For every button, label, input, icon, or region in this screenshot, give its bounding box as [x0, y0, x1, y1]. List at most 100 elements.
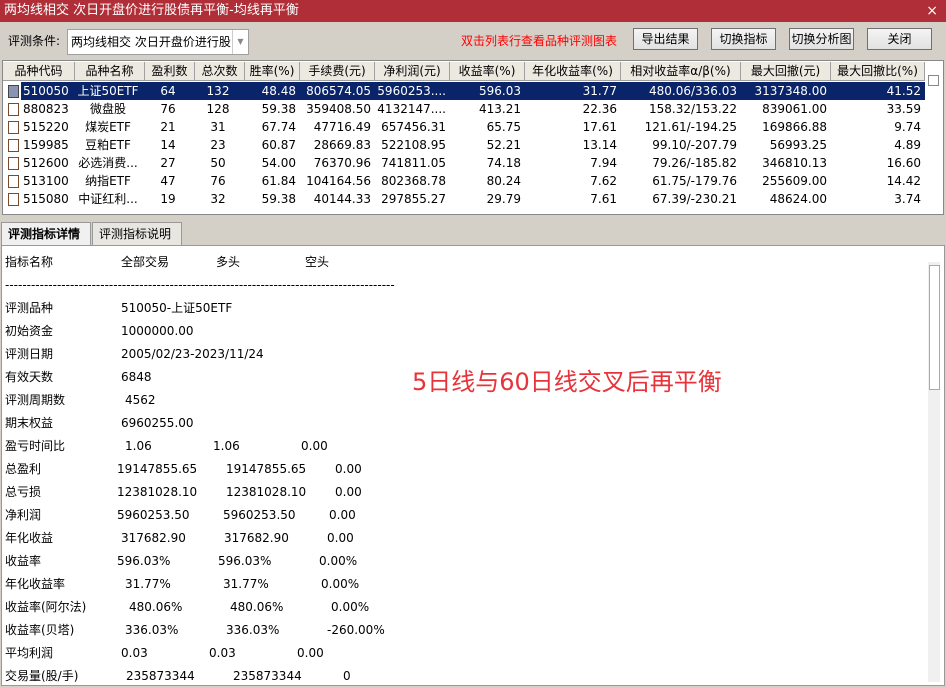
detail-value: 336.03% — [226, 623, 280, 637]
table-cell: 65.75 — [486, 120, 521, 134]
document-icon — [8, 139, 19, 152]
detail-value: 1.06 — [213, 439, 240, 453]
tab-indicator-description[interactable]: 评测指标说明 — [92, 222, 182, 245]
detail-label: 评测周期数 — [5, 393, 66, 407]
table-cell: 61.75/-179.76 — [652, 174, 737, 188]
chevron-down-icon[interactable]: ▼ — [232, 30, 248, 54]
table-cell: 522108.95 — [381, 138, 446, 152]
column-header[interactable]: 最大回撤比(%) — [831, 62, 925, 81]
table-cell: 61.84 — [261, 174, 296, 188]
detail-header: 多头 — [216, 255, 241, 269]
column-header[interactable]: 手续费(元) — [300, 62, 375, 81]
table-row[interactable]: 159985 豆粕ETF 14 23 60.87 28669.83 522108.95 52.… — [3, 136, 925, 154]
table-cell: 54.00 — [261, 156, 296, 170]
detail-scrollbar-thumb[interactable] — [929, 265, 940, 390]
table-cell: 121.61/-194.25 — [644, 120, 737, 134]
detail-value: 596.03% — [117, 554, 171, 568]
detail-value: 31.77% — [223, 577, 269, 591]
column-header[interactable]: 最大回撤(元) — [741, 62, 831, 81]
table-cell: 9.74 — [894, 120, 921, 134]
detail-label: 期末权益 — [5, 416, 54, 430]
condition-label: 评测条件: — [8, 34, 61, 48]
detail-label: 净利润 — [5, 508, 42, 522]
table-cell: 76 — [210, 174, 226, 188]
close-icon[interactable]: × — [926, 0, 938, 22]
table-cell: 40144.33 — [313, 192, 371, 206]
detail-value: 12381028.10 — [226, 485, 307, 499]
detail-value: 0.00 — [297, 646, 324, 660]
detail-label: 评测日期 — [5, 347, 54, 361]
column-header[interactable]: 盈利数 — [145, 62, 195, 81]
table-cell: 必选消费... — [78, 156, 138, 170]
table-cell: 28669.83 — [313, 138, 371, 152]
detail-value: 510050-上证50ETF — [121, 301, 233, 315]
table-cell: 50 — [210, 156, 226, 170]
table-cell: 512600 — [23, 156, 69, 170]
table-row[interactable]: 510050 上证50ETF 64 132 48.48 806574.05 5960253.… — [3, 82, 925, 100]
table-cell: 880823 — [23, 102, 69, 116]
column-header[interactable]: 总次数 — [195, 62, 245, 81]
table-row[interactable]: 515220 煤炭ETF 21 31 67.74 47716.49 657456.31 65.… — [3, 118, 925, 136]
detail-value: 0.03 — [121, 646, 148, 660]
detail-value: 0.00% — [319, 554, 358, 568]
column-header[interactable]: 品种名称 — [75, 62, 145, 81]
table-cell: 纳指ETF — [85, 174, 131, 188]
table-cell: 豆粕ETF — [85, 138, 131, 152]
window-title: 两均线相交 次日开盘价进行股债再平衡-均线再平衡 — [4, 3, 299, 18]
condition-select[interactable]: 两均线相交 次日开盘价进行股 ▼ — [67, 29, 249, 55]
detail-header: 指标名称 — [5, 255, 54, 269]
detail-value: 336.03% — [125, 623, 179, 637]
detail-label: 总亏损 — [5, 485, 42, 499]
detail-label: 盈亏时间比 — [5, 439, 66, 453]
table-cell: 7.94 — [590, 156, 617, 170]
column-header[interactable]: 收益率(%) — [450, 62, 525, 81]
table-row[interactable]: 515080 中证红利... 19 32 59.38 40144.33 297855.27 2… — [3, 190, 925, 208]
table-cell: 3137348.00 — [754, 84, 827, 98]
column-header[interactable]: 年化收益率(%) — [525, 62, 621, 81]
switch-indicator-button[interactable]: 切换指标 — [711, 28, 776, 50]
column-header[interactable]: 品种代码 — [3, 62, 75, 81]
table-cell: 159985 — [23, 138, 69, 152]
column-header[interactable]: 胜率(%) — [245, 62, 300, 81]
table-cell: 657456.31 — [381, 120, 446, 134]
column-header[interactable]: 净利润(元) — [375, 62, 450, 81]
document-icon — [8, 121, 19, 134]
table-cell: 上证50ETF — [77, 84, 139, 98]
column-header[interactable]: 相对收益率α/β(%) — [621, 62, 741, 81]
detail-value: 1000000.00 — [121, 324, 194, 338]
table-cell: 4132147.... — [377, 102, 446, 116]
detail-value: 0.00 — [301, 439, 328, 453]
detail-label: 评测品种 — [5, 301, 54, 315]
table-cell: 52.21 — [486, 138, 521, 152]
detail-value: 596.03% — [218, 554, 272, 568]
column-chooser-checkbox[interactable] — [928, 75, 939, 86]
table-cell: 59.38 — [261, 102, 296, 116]
table-cell: 67.39/-230.21 — [652, 192, 737, 206]
table-cell: 515220 — [23, 120, 69, 134]
table-row[interactable]: 513100 纳指ETF 47 76 61.84 104164.56 802368.78 80… — [3, 172, 925, 190]
table-cell: 60.87 — [261, 138, 296, 152]
table-cell: 中证红利... — [78, 192, 138, 206]
detail-panel: 5日线与60日线交叉后再平衡 指标名称 全部交易 多头 空头 -------------… — [1, 245, 945, 686]
table-cell: 64 — [160, 84, 176, 98]
table-cell: 255609.00 — [762, 174, 827, 188]
detail-value: 0.00 — [335, 485, 362, 499]
export-button[interactable]: 导出结果 — [633, 28, 698, 50]
detail-value: 5960253.50 — [117, 508, 190, 522]
table-cell: 359408.50 — [306, 102, 371, 116]
table-cell: 128 — [206, 102, 230, 116]
table-cell: 510050 — [23, 84, 69, 98]
close-button[interactable]: 关闭 — [867, 28, 932, 50]
table-cell: 346810.13 — [762, 156, 827, 170]
detail-label: 年化收益 — [5, 531, 54, 545]
document-icon — [8, 157, 19, 170]
table-cell: 104164.56 — [306, 174, 371, 188]
table-row[interactable]: 512600 必选消费... 27 50 54.00 76370.96 741811.05 7… — [3, 154, 925, 172]
table-cell: 31 — [210, 120, 226, 134]
tab-indicator-details[interactable]: 评测指标详情 — [1, 222, 91, 246]
condition-value: 两均线相交 次日开盘价进行股 — [71, 35, 231, 49]
detail-header: 全部交易 — [121, 255, 170, 269]
detail-label: 年化收益率 — [5, 577, 66, 591]
table-row[interactable]: 880823 微盘股 76 128 59.38 359408.50 4132147.... 4… — [3, 100, 925, 118]
switch-chart-button[interactable]: 切换分析图 — [789, 28, 854, 50]
